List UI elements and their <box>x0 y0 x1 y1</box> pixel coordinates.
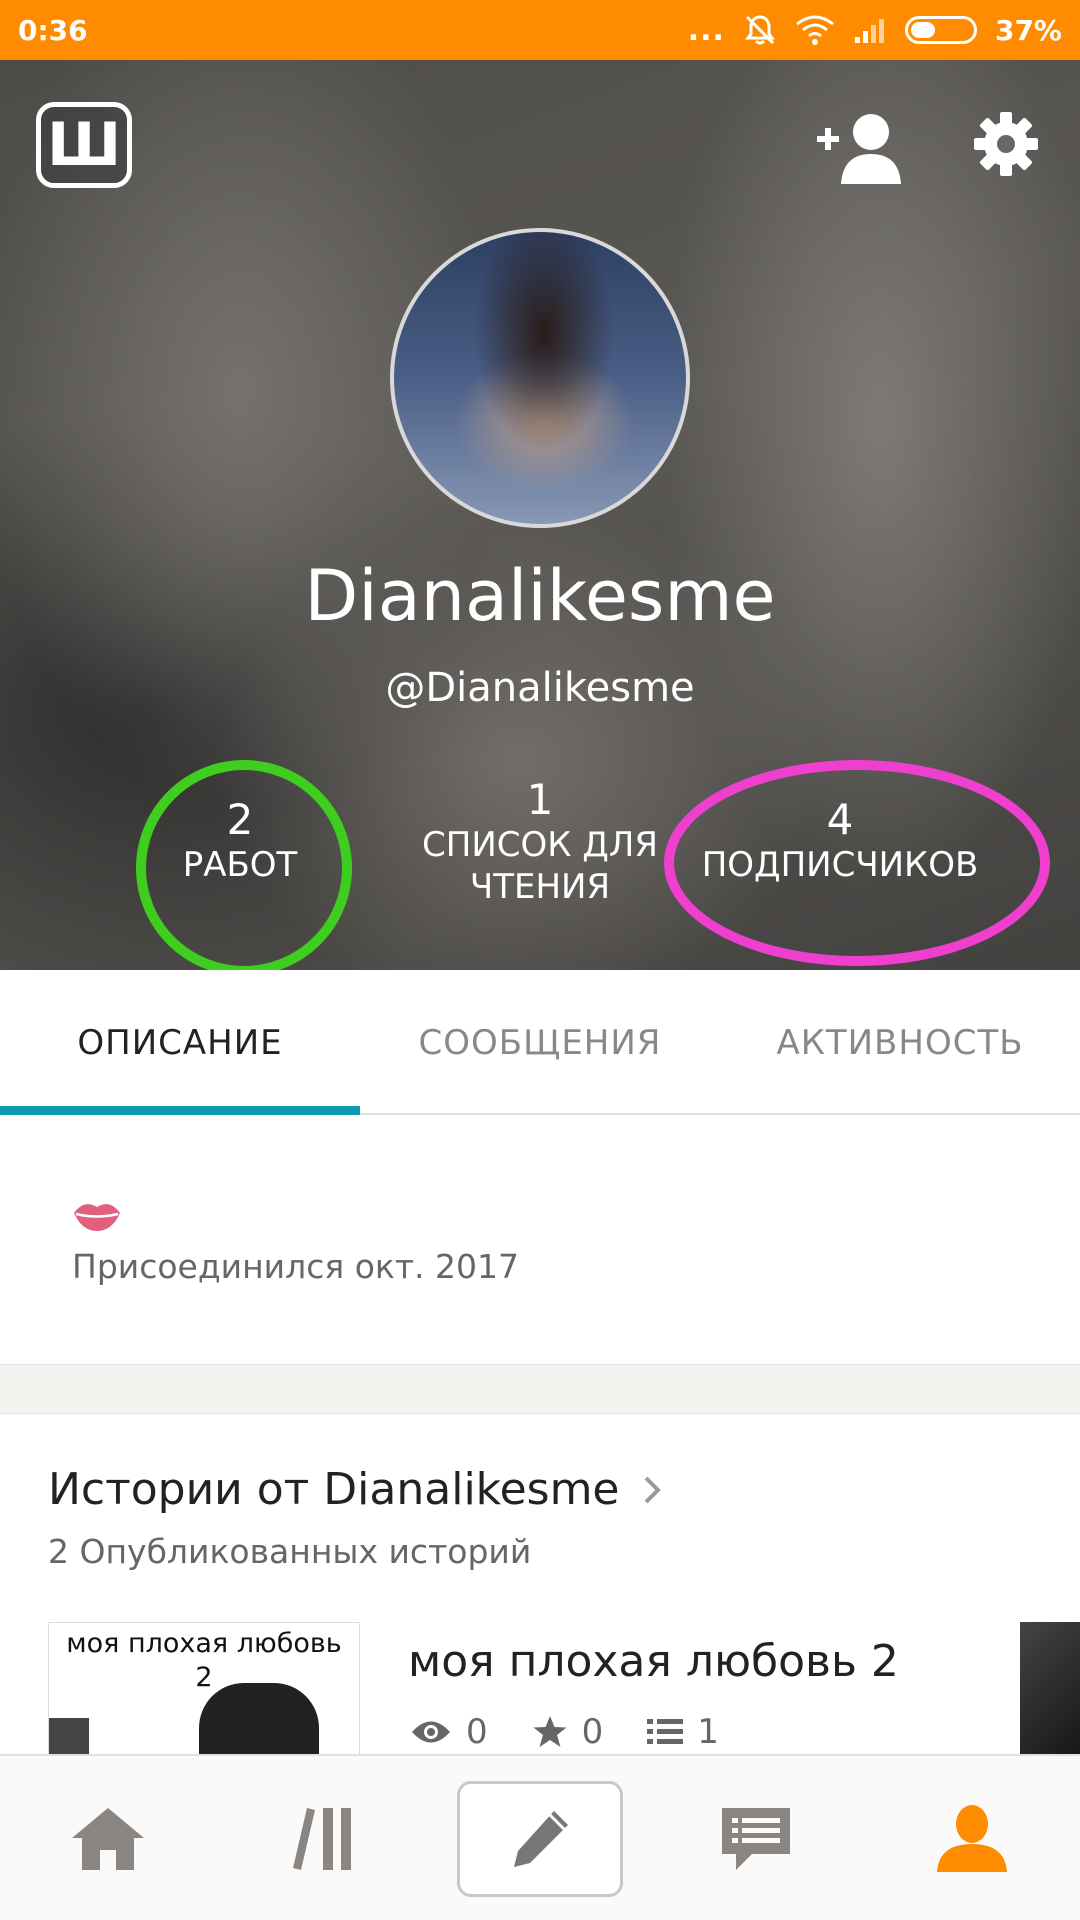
logo-letter: Ш <box>46 110 122 180</box>
nav-library[interactable] <box>216 1756 432 1920</box>
stories-count: 2 Опубликованных историй <box>48 1532 532 1571</box>
stories-title: Истории от Dianalikesme <box>48 1464 620 1515</box>
cover-title-line1: моя плохая любовь <box>66 1628 342 1659</box>
status-time: 0:36 <box>18 13 88 47</box>
views-count: 0 <box>466 1712 488 1752</box>
tab-description[interactable]: ОПИСАНИЕ <box>0 970 360 1115</box>
tab-activity[interactable]: АКТИВНОСТЬ <box>720 970 1080 1115</box>
pink-annotation-ellipse <box>664 760 1050 966</box>
cover-title-line2: 2 <box>195 1662 213 1693</box>
pencil-icon <box>514 1811 568 1867</box>
nav-messages[interactable] <box>648 1756 864 1920</box>
tab-messages[interactable]: СООБЩЕНИЯ <box>360 970 720 1115</box>
messages-icon <box>722 1808 790 1870</box>
votes-stat: 0 <box>532 1712 604 1752</box>
cover-photo <box>199 1683 319 1754</box>
wattpad-logo[interactable]: Ш <box>36 102 132 188</box>
mute-icon <box>744 15 775 45</box>
settings-gear-icon[interactable] <box>972 110 1040 178</box>
votes-count: 0 <box>581 1712 604 1752</box>
stat-reading-list[interactable]: 1 СПИСОК ДЛЯ ЧТЕНИЯ <box>400 775 680 908</box>
profile-icon <box>937 1805 1007 1872</box>
chevron-right-icon <box>644 1476 661 1503</box>
stories-section: Истории от Dianalikesme 2 Опубликованных… <box>0 1414 1080 1754</box>
status-bar: 0:36 ... 37% <box>0 0 1080 60</box>
display-name: Dianalikesme <box>304 555 776 637</box>
views-stat: 0 <box>410 1712 488 1752</box>
parts-count: 1 <box>697 1712 719 1752</box>
story-meta: 0 0 1 <box>410 1712 763 1752</box>
username-handle: @Dianalikesme <box>385 665 695 711</box>
parts-stat: 1 <box>647 1712 719 1752</box>
green-annotation-circle <box>136 760 352 976</box>
add-user-icon[interactable] <box>815 108 905 188</box>
list-icon <box>647 1719 684 1744</box>
write-button[interactable] <box>457 1781 623 1897</box>
home-icon <box>72 1808 144 1870</box>
reading-list-label-2: ЧТЕНИЯ <box>469 867 611 907</box>
battery-icon <box>904 16 977 44</box>
wifi-icon <box>796 15 834 45</box>
library-icon <box>293 1808 351 1870</box>
profile-tabs: ОПИСАНИЕ СООБЩЕНИЯ АКТИВНОСТЬ <box>0 970 1080 1115</box>
nav-home[interactable] <box>0 1756 216 1920</box>
stories-header[interactable]: Истории от Dianalikesme <box>48 1464 670 1515</box>
section-divider <box>0 1364 1080 1414</box>
bottom-navigation <box>0 1754 1080 1920</box>
active-tab-indicator <box>0 1106 360 1115</box>
reading-list-count: 1 <box>526 775 554 824</box>
next-story-cover[interactable] <box>1020 1622 1080 1754</box>
signal-icon <box>854 19 884 43</box>
nav-profile[interactable] <box>864 1756 1080 1920</box>
reading-list-label-1: СПИСОК ДЛЯ <box>422 825 658 865</box>
more-dots: ... <box>687 12 725 48</box>
story-title[interactable]: моя плохая любовь 2 <box>408 1636 899 1687</box>
story-cover[interactable]: моя плохая любовь 2 <box>48 1622 360 1754</box>
profile-avatar[interactable] <box>390 228 690 528</box>
about-section: Присоединился окт. 2017 <box>0 1117 1080 1364</box>
eye-icon <box>412 1721 450 1743</box>
star-icon <box>533 1716 567 1747</box>
joined-date: Присоединился окт. 2017 <box>72 1247 520 1286</box>
battery-percent: 37% <box>994 13 1062 47</box>
nav-write[interactable] <box>432 1756 648 1920</box>
kiss-lips-icon <box>74 1204 120 1231</box>
